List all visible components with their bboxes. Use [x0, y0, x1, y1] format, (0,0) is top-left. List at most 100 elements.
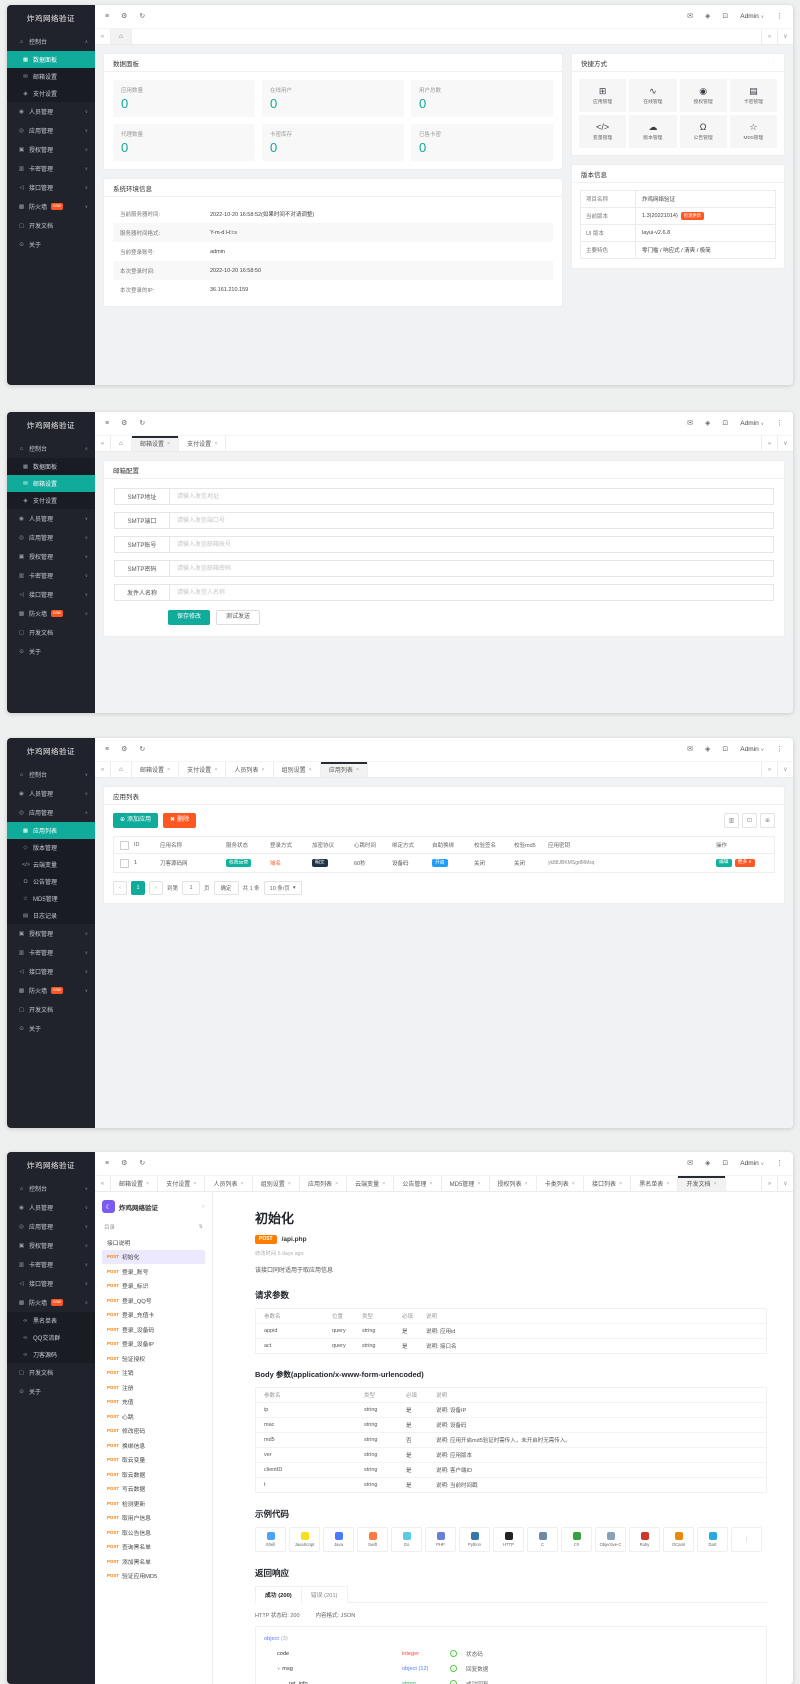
tabs-scroll-right-icon[interactable]: » [761, 762, 777, 777]
close-icon[interactable]: × [335, 1181, 338, 1187]
sidebar-item[interactable]: ◁ 接口管理 ∨ [7, 962, 95, 981]
response-tab[interactable]: 成功 (200) [255, 1586, 301, 1603]
user-menu[interactable]: Admin∨ [740, 13, 764, 20]
doc-nav-item[interactable]: POST 注册 [102, 1380, 205, 1395]
refresh-icon[interactable]: ↻ [139, 1160, 145, 1167]
sidebar-item[interactable]: ⌂ 控制台 ∨ [7, 1179, 95, 1198]
more-icon[interactable]: ⋮ [776, 420, 783, 427]
tab[interactable]: MD5管理 × [442, 1176, 490, 1191]
close-icon[interactable]: × [261, 767, 264, 773]
tag-icon[interactable]: ◈ [705, 420, 710, 427]
sidebar-item[interactable]: ◉ 人员管理 ∨ [7, 102, 95, 121]
tab[interactable]: 邮箱设置 × [132, 436, 179, 451]
sidebar-item[interactable]: </> 云端变量 [7, 856, 95, 873]
current-page-button[interactable]: 1 [131, 881, 145, 895]
fullscreen-icon[interactable]: ⊡ [722, 420, 728, 427]
sidebar-item[interactable]: ◈ 支付设置 [7, 85, 95, 102]
tab[interactable]: 组别设置 × [253, 1176, 300, 1191]
sidebar-item[interactable]: Ω 公告管理 [7, 873, 95, 890]
sidebar-item[interactable]: ▢ 开发文档 [7, 1000, 95, 1019]
sidebar-item[interactable]: ◈ 支付设置 [7, 492, 95, 509]
quick-action[interactable]: ☆ MD5管理 [730, 115, 777, 148]
field-input[interactable] [170, 536, 774, 553]
tabs-menu-icon[interactable]: ∨ [777, 762, 793, 777]
lang-tab[interactable]: JavaScript [289, 1527, 320, 1552]
test-send-button[interactable]: 测试发送 [216, 610, 260, 625]
tabs-scroll-left-icon[interactable]: « [95, 29, 111, 44]
sidebar-item[interactable]: ◇ 版本管理 [7, 839, 95, 856]
tabs-scroll-left-icon[interactable]: « [95, 762, 111, 777]
refresh-icon[interactable]: ↻ [139, 746, 145, 753]
close-icon[interactable]: × [167, 441, 170, 447]
lang-tab[interactable]: Swift [357, 1527, 388, 1552]
tab[interactable]: 应用列表 × [321, 762, 368, 777]
doc-nav-item[interactable]: 接口说明 [102, 1235, 205, 1250]
quick-action[interactable]: </> 变量管理 [579, 115, 626, 148]
quick-action[interactable]: ▤ 卡密管理 [730, 79, 777, 112]
sidebar-item[interactable]: ◉ 人员管理 ∨ [7, 1198, 95, 1217]
tabs-menu-icon[interactable]: ∨ [777, 436, 793, 451]
close-icon[interactable]: × [713, 1181, 716, 1187]
sidebar-item[interactable]: ∞ 刀客源码 [7, 1346, 95, 1363]
fullscreen-icon[interactable]: ⊡ [722, 13, 728, 20]
tabs-scroll-left-icon[interactable]: « [95, 436, 111, 451]
save-button[interactable]: 保存修改 [168, 610, 210, 625]
sidebar-item[interactable]: ◉ 人员管理 ∨ [7, 509, 95, 528]
export-icon[interactable]: ⊕ [760, 813, 775, 828]
doc-nav-item[interactable]: POST 登录_标识 [102, 1279, 205, 1294]
doc-nav-item[interactable]: POST 检测更新 [102, 1496, 205, 1511]
tabs-menu-icon[interactable]: ∨ [777, 1176, 793, 1191]
lang-tab[interactable]: Python [459, 1527, 490, 1552]
tabs-scroll-right-icon[interactable]: » [761, 1176, 777, 1191]
tabs-scroll-right-icon[interactable]: » [761, 29, 777, 44]
doc-nav-item[interactable]: POST 验证授权 [102, 1351, 205, 1366]
doc-nav-item[interactable]: POST 登录_设备码 [102, 1322, 205, 1337]
sidebar-item[interactable]: ◎ 应用管理 ∨ [7, 1217, 95, 1236]
user-menu[interactable]: Admin∨ [740, 420, 764, 427]
fullscreen-icon[interactable]: ⊡ [722, 1160, 728, 1167]
doc-nav-item[interactable]: POST 换绑信息 [102, 1438, 205, 1453]
sidebar-item[interactable]: ∞ QQ交流群 [7, 1329, 95, 1346]
close-icon[interactable]: × [146, 1181, 149, 1187]
sidebar-item[interactable]: ▥ 卡密管理 ∨ [7, 943, 95, 962]
collapse-icon[interactable]: ∨ [277, 1666, 280, 1672]
doc-nav-item[interactable]: POST 写云数据 [102, 1482, 205, 1497]
sidebar-item[interactable]: ◁ 接口管理 ∨ [7, 585, 95, 604]
sidebar-item[interactable]: ▣ 授权管理 ∨ [7, 924, 95, 943]
message-icon[interactable]: ✉ [687, 420, 693, 427]
check-update-badge[interactable]: 检测更新 [681, 212, 704, 220]
doc-nav-item[interactable]: POST 添加黑名单 [102, 1554, 205, 1569]
more-icon[interactable]: ⋮ [776, 746, 783, 753]
user-menu[interactable]: Admin∨ [740, 1160, 764, 1167]
print-icon[interactable]: ⊡ [742, 813, 757, 828]
sidebar-item[interactable]: ◎ 应用管理 ∨ [7, 121, 95, 140]
sidebar-item[interactable]: ⊙ 关于 [7, 1019, 95, 1038]
lang-tab[interactable]: Shell [255, 1527, 286, 1552]
tab[interactable]: 接口列表 × [584, 1176, 631, 1191]
sidebar-item[interactable]: ⌂ 控制台 ∧ [7, 32, 95, 51]
close-icon[interactable]: × [309, 767, 312, 773]
sidebar-item[interactable]: ▥ 卡密管理 ∨ [7, 159, 95, 178]
sidebar-item[interactable]: ▩ 防火墙 new ∨ [7, 197, 95, 216]
doc-nav-item[interactable]: POST 验证应用MD5 [102, 1569, 205, 1584]
sidebar-item[interactable]: ▩ 防火墙 new ∧ [7, 1293, 95, 1312]
quick-action[interactable]: ☁ 版本管理 [629, 115, 676, 148]
quick-action[interactable]: ◉ 授权管理 [680, 79, 727, 112]
doc-nav-item[interactable]: POST 注销 [102, 1366, 205, 1381]
sidebar-item[interactable]: ▦ 数据面板 [7, 51, 95, 68]
tab[interactable]: 邮箱设置 × [111, 1176, 158, 1191]
sort-icon[interactable]: ⇅ [199, 1224, 203, 1230]
carousel-dots-icon[interactable]: ∙ ∙ [768, 60, 775, 66]
search-icon[interactable]: ○ [201, 1204, 205, 1210]
refresh-icon[interactable]: ↻ [139, 420, 145, 427]
sidebar-item[interactable]: ▩ 防火墙 new ∨ [7, 981, 95, 1000]
more-button[interactable]: 更多∨ [735, 859, 755, 867]
tag-icon[interactable]: ◈ [705, 13, 710, 20]
sidebar-item[interactable]: ▣ 授权管理 ∨ [7, 140, 95, 159]
sidebar-item[interactable]: ✉ 邮箱设置 [7, 68, 95, 85]
fullscreen-icon[interactable]: ⊡ [722, 746, 728, 753]
close-icon[interactable]: × [288, 1181, 291, 1187]
sidebar-item[interactable]: ◁ 接口管理 ∨ [7, 178, 95, 197]
tabs-scroll-right-icon[interactable]: » [761, 436, 777, 451]
tab[interactable]: 卡类列表 × [537, 1176, 584, 1191]
